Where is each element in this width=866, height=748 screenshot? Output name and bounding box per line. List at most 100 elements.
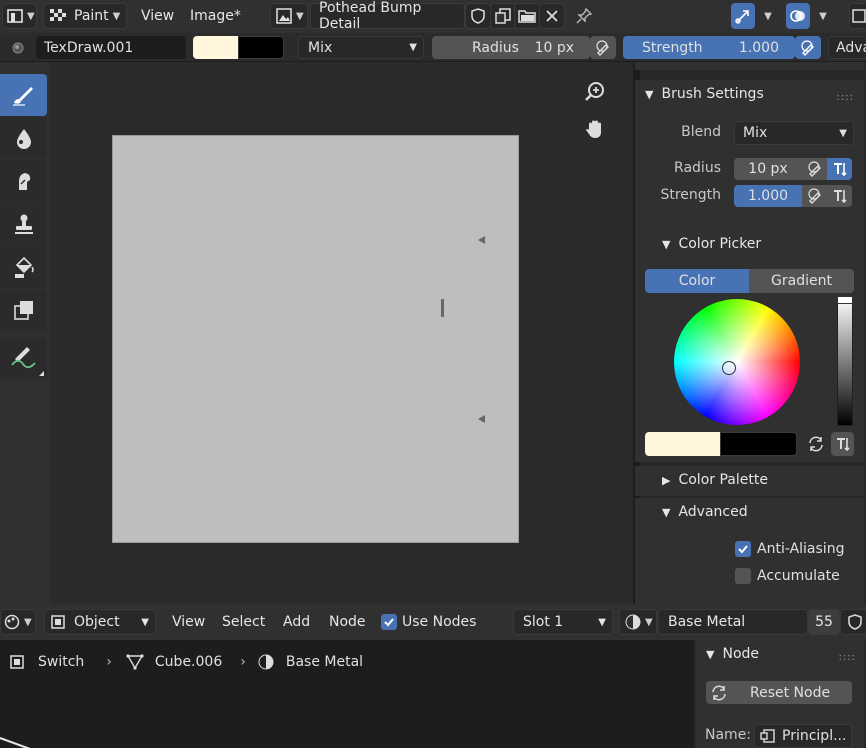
radius-label: Radius [472,39,519,56]
tool-smear[interactable] [0,160,47,202]
fake-user-button[interactable] [465,3,491,29]
pan-button[interactable] [579,113,611,145]
menu-node[interactable]: Node [329,609,366,635]
advanced-header[interactable]: ▼ Advanced [662,504,748,520]
material-name-field[interactable]: Base Metal [658,609,808,635]
secondary-color-swatch[interactable] [238,36,284,59]
primary-color-swatch[interactable] [193,36,238,59]
swap-colors-button[interactable] [805,432,827,456]
strength-field[interactable]: 1.000 [734,185,802,207]
slot-dropdown[interactable]: Slot 1 ▼ [513,609,613,635]
checkbox-box [735,568,751,584]
object-icon [50,614,66,630]
browse-image-button[interactable]: ▼ [270,3,308,29]
color-wheel[interactable] [674,299,800,425]
radius-pressure-button[interactable] [590,36,616,59]
editor-type-button[interactable]: ▼ [2,3,37,29]
radius-pressure-button[interactable] [802,158,827,180]
image-name-field[interactable]: Pothead Bump Detail [310,0,465,32]
brush-settings-title: Brush Settings [661,86,764,102]
material-user-count[interactable]: 55 [808,609,840,635]
color-wheel-cursor[interactable] [722,361,736,375]
panel-top-remnant [635,62,864,70]
tool-clone[interactable] [0,203,47,245]
use-nodes-label: Use Nodes [402,614,477,630]
material-browse-button[interactable]: ▼ [619,609,657,635]
advanced-dropdown[interactable]: Adva [828,36,866,59]
radius-field[interactable]: 10 px [734,158,802,180]
value-slider-handle[interactable] [837,296,853,304]
use-nodes-checkbox[interactable]: Use Nodes [381,609,476,635]
node-editor-type-button[interactable]: ▼ [0,609,36,635]
menu-add[interactable]: Add [283,609,310,635]
pin-button[interactable] [572,3,596,29]
value-slider[interactable] [837,296,853,426]
tool-fill[interactable] [0,246,47,288]
chevron-down-icon: ▼ [141,616,149,628]
object-mode-label: Object [74,614,120,630]
brush-icon [11,83,37,107]
blend-dropdown[interactable]: Mix ▼ [734,121,854,145]
accumulate-checkbox[interactable]: Accumulate [735,568,840,584]
node-panel-header[interactable]: ▼ Node [706,646,759,662]
radius-slider[interactable]: Radius 10 px [432,36,590,59]
strength-pressure-button[interactable] [795,36,821,59]
tool-annotate[interactable] [0,337,47,379]
menu-view[interactable]: View [172,609,205,635]
secondary-color-swatch[interactable] [720,432,797,456]
blend-mode-dropdown[interactable]: Mix ▼ [298,36,424,59]
menu-view[interactable]: View [141,3,174,29]
paint-bucket-icon [12,255,36,279]
overlay-dropdown[interactable]: ▼ [813,3,833,29]
strength-unit-toggle[interactable] [827,185,852,207]
color-unit-toggle[interactable] [831,432,854,456]
tool-draw[interactable] [0,74,47,116]
swap-icon [807,435,825,453]
top-header: ▼ Paint ▼ View Image* ▼ Pothead Bump Det… [0,0,866,33]
drop-icon [14,127,34,149]
primary-color-swatch[interactable] [645,432,720,456]
zoom-button[interactable] [579,76,611,108]
drag-handle-icon[interactable]: :::: [837,92,854,103]
chevron-down-icon: ▼ [409,42,417,53]
brush-settings-header[interactable]: ▼ Brush Settings [645,86,764,102]
menu-select[interactable]: Select [222,609,265,635]
anti-aliasing-checkbox[interactable]: Anti-Aliasing [735,541,844,557]
new-image-button[interactable] [490,3,516,29]
folder-icon [518,9,536,23]
object-mode-dropdown[interactable]: Object ▼ [44,609,156,635]
brush-icon-button[interactable] [8,36,28,59]
brush-name-field[interactable]: TexDraw.001 [36,36,186,59]
node-name-field[interactable]: Principl... [754,724,852,748]
submenu-indicator-icon [39,371,44,376]
color-palette-header[interactable]: ▶ Color Palette [662,472,768,488]
pin-icon [575,7,593,25]
strength-slider[interactable]: Strength 1.000 [623,36,795,59]
pen-pressure-icon [807,188,823,204]
mask-icon [13,299,35,321]
sidebar-toggle-button[interactable] [849,3,866,29]
menu-image[interactable]: Image* [190,3,241,29]
gizmo-dropdown[interactable]: ▼ [758,3,778,29]
radius-unit-toggle[interactable] [827,158,852,180]
drag-handle-icon[interactable]: :::: [839,652,856,663]
unlink-image-button[interactable] [539,3,565,29]
material-fake-user-button[interactable] [840,609,866,635]
reset-node-button[interactable]: Reset Node [706,681,852,704]
mode-selector[interactable]: Paint ▼ [43,3,127,29]
stamp-icon [13,213,35,235]
overlay-toggle-button[interactable] [786,3,810,29]
tab-gradient[interactable]: Gradient [749,269,854,293]
tool-soften[interactable] [0,117,47,159]
gizmo-icon [734,7,752,25]
tool-mask[interactable] [0,289,47,331]
zoom-icon [583,80,607,104]
chevron-down-icon: ▼ [706,647,715,661]
tab-color[interactable]: Color [645,269,749,293]
gizmo-toggle-button[interactable] [731,3,755,29]
color-picker-header[interactable]: ▼ Color Picker [662,236,761,252]
strength-value: 1.000 [738,39,779,56]
texture-canvas[interactable] [112,135,519,543]
strength-pressure-button[interactable] [802,185,827,207]
open-image-button[interactable] [514,3,540,29]
